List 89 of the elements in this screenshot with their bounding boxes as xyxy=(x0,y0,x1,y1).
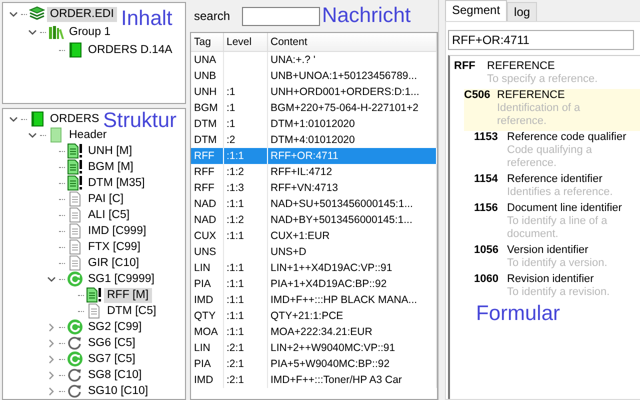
segment-field[interactable]: RFF+OR:4711 xyxy=(448,30,634,50)
book-icon xyxy=(29,111,45,127)
tree-item[interactable]: Group 1 xyxy=(66,24,114,40)
chevron-right-icon[interactable] xyxy=(46,322,56,332)
tree-item[interactable]: PAI [C] xyxy=(85,192,127,206)
definition-code: 1056 xyxy=(474,244,500,258)
definition-name: Reference identifier xyxy=(507,173,602,186)
tree-item[interactable]: SG8 [C10] xyxy=(85,368,145,382)
circular-arrow-icon xyxy=(67,335,83,351)
column-header[interactable]: Content xyxy=(267,33,436,52)
table-cell: IMD+F++:::Toner/HP A3 Car xyxy=(267,372,436,388)
circular-arrow-icon xyxy=(67,383,83,399)
document-icon xyxy=(67,239,83,255)
tree-item[interactable]: ORDER.EDI xyxy=(47,6,117,22)
tree-item[interactable]: GIR [C10] xyxy=(85,256,142,270)
definition-name: Document line identifier xyxy=(507,202,622,215)
circular-arrow-icon xyxy=(67,271,83,287)
definition-description: Identification of a reference. xyxy=(497,102,582,128)
definition-code: 1153 xyxy=(474,131,499,145)
chevron-down-icon[interactable] xyxy=(8,10,18,18)
definition-description: Identifies a reference. xyxy=(507,186,613,199)
search-label: search xyxy=(194,9,230,23)
tree-item[interactable]: IMD [C999] xyxy=(85,224,150,238)
table-row[interactable]: UNA UNA:+.? ' xyxy=(191,52,436,68)
circular-arrow-icon xyxy=(67,367,83,383)
document-icon xyxy=(67,207,83,223)
circular-arrow-icon xyxy=(67,319,83,335)
tree-item[interactable]: SG2 [C99] xyxy=(85,320,145,334)
column-header[interactable]: Level xyxy=(223,33,267,52)
document-alert-icon xyxy=(67,143,83,159)
definition-code: 1060 xyxy=(474,273,500,287)
table-row[interactable]: RFF :1:2 RFF+IL:4712 xyxy=(191,164,436,180)
document-alert-icon xyxy=(67,175,83,191)
document-icon xyxy=(48,127,64,143)
circular-arrow-icon xyxy=(67,351,83,367)
tree-item[interactable]: ORDERS xyxy=(47,112,102,126)
definition-code: C506 xyxy=(464,89,492,103)
definition-name: REFERENCE xyxy=(487,60,555,73)
chevron-down-icon[interactable] xyxy=(28,28,36,36)
tree-item[interactable]: FTX [C99] xyxy=(85,240,144,254)
document-icon xyxy=(86,303,102,319)
table-row[interactable]: DTM :2 DTM+4:01012020 xyxy=(191,132,436,148)
document-alert-icon xyxy=(67,159,83,175)
document-icon xyxy=(67,223,83,239)
definition-code: 1154 xyxy=(474,173,499,187)
definition-code: 1156 xyxy=(474,202,499,216)
document-icon xyxy=(67,255,83,271)
tree-item[interactable]: UNH [M] xyxy=(85,144,136,158)
tree-item[interactable]: ORDERS D.14A xyxy=(85,42,176,58)
chevron-down-icon[interactable] xyxy=(28,130,36,140)
definition-description: To identify a line of a document. xyxy=(507,215,608,241)
definition-name: REFERENCE xyxy=(497,89,565,102)
chevron-down-icon[interactable] xyxy=(46,274,56,284)
table-cell: :2:1 xyxy=(223,372,267,388)
books-icon xyxy=(48,24,64,40)
tree-item[interactable]: ALI [C5] xyxy=(85,208,133,222)
tree-item[interactable]: SG6 [C5] xyxy=(85,336,138,350)
document-icon xyxy=(67,191,83,207)
definition-name: Version identifier xyxy=(507,244,588,257)
table-cell: IMD xyxy=(191,372,223,388)
definition-description: To specify a reference. xyxy=(487,73,598,86)
column-header[interactable]: Tag xyxy=(191,33,223,52)
document-alert-icon xyxy=(86,287,102,303)
definition-description: To identify a revision. xyxy=(507,286,610,299)
book-icon xyxy=(67,42,83,58)
annotation-label: Formular xyxy=(476,302,560,325)
annotation-label: Inhalt xyxy=(121,7,172,31)
search-field[interactable] xyxy=(242,6,320,26)
chevron-right-icon[interactable] xyxy=(46,370,56,380)
tab[interactable]: Segment xyxy=(445,0,508,21)
definition-name: Revision identifier xyxy=(507,273,594,286)
tree-item[interactable]: SG10 [C10] xyxy=(85,384,152,398)
file-stack-icon xyxy=(29,6,45,22)
tree-item[interactable]: BGM [M] xyxy=(85,160,136,174)
tab[interactable]: log xyxy=(507,2,538,21)
chevron-right-icon[interactable] xyxy=(46,386,56,396)
tree-item[interactable]: SG7 [C5] xyxy=(85,352,138,366)
definition-name: Reference code qualifier xyxy=(507,131,626,144)
tree-item[interactable]: SG1 [C9999] xyxy=(85,272,158,286)
definition-description: Code qualifying a reference. xyxy=(507,144,594,170)
tree-item[interactable]: RFF [M] xyxy=(104,288,152,302)
chevron-right-icon[interactable] xyxy=(46,338,56,348)
tree-item[interactable]: DTM [C5] xyxy=(104,304,160,318)
definition-code: RFF xyxy=(454,60,476,74)
chevron-down-icon[interactable] xyxy=(8,114,18,124)
annotation-label: Nachricht xyxy=(322,4,411,28)
definition-description: To identify a version. xyxy=(507,257,608,270)
tree-item[interactable]: DTM [M35] xyxy=(85,176,148,190)
chevron-right-icon[interactable] xyxy=(46,354,56,364)
